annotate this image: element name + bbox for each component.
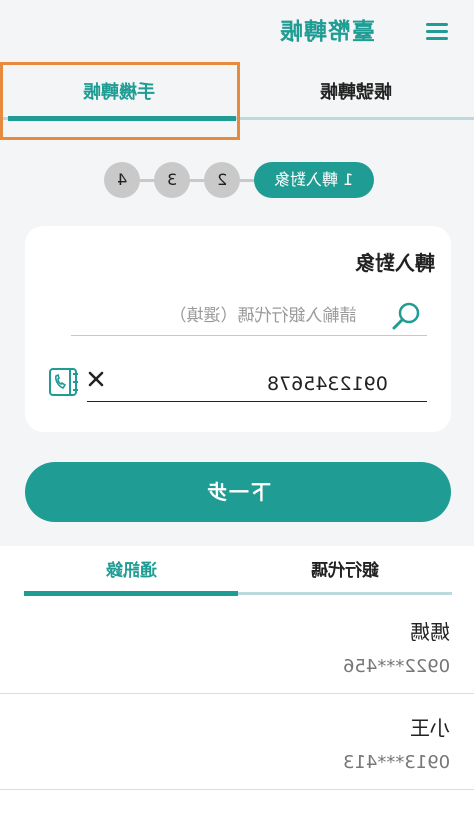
contacts-panel: 通訊錄 銀行代碼 媽媽 0922***456 小王 0913***413 bbox=[0, 546, 474, 829]
bank-code-input[interactable]: 請輸入銀行代碼（選填） bbox=[71, 296, 427, 336]
tab-phone-transfer[interactable]: 手機轉帳 bbox=[0, 62, 237, 124]
subtab-active-indicator bbox=[24, 591, 238, 596]
list-item[interactable]: 小王 0913***413 bbox=[0, 696, 474, 790]
contact-name: 小王 bbox=[410, 716, 450, 740]
list-item[interactable]: 媽媽 0922***456 bbox=[0, 600, 474, 694]
recipient-card: 轉入對象 請輸入銀行代碼（選填） 0912345678 bbox=[25, 226, 451, 432]
recipient-heading: 轉入對象 bbox=[355, 251, 435, 275]
phone-number-value: 0912345678 bbox=[267, 373, 388, 395]
step-1-current[interactable]: 1 轉入對象 bbox=[254, 162, 374, 198]
page-title: 臺幣轉帳 bbox=[279, 19, 375, 45]
tab-account-transfer[interactable]: 帳號轉帳 bbox=[237, 62, 474, 124]
step-indicator: 4 3 2 1 轉入對象 bbox=[100, 160, 380, 200]
tab-phone-transfer-label: 手機轉帳 bbox=[82, 82, 155, 103]
tab-account-transfer-label: 帳號轉帳 bbox=[319, 82, 392, 103]
tab-bank-code[interactable]: 銀行代碼 bbox=[238, 546, 452, 596]
step-3[interactable]: 3 bbox=[154, 162, 190, 198]
contact-name: 媽媽 bbox=[410, 620, 450, 644]
tab-address-book[interactable]: 通訊錄 bbox=[24, 546, 238, 596]
contact-number: 0922***456 bbox=[342, 656, 450, 677]
app-header: 臺幣轉帳 bbox=[0, 0, 474, 62]
divider bbox=[0, 788, 474, 790]
transfer-type-tabs: 手機轉帳 帳號轉帳 bbox=[0, 62, 474, 124]
bank-code-placeholder: 請輸入銀行代碼（選填） bbox=[169, 306, 357, 326]
search-icon[interactable] bbox=[391, 300, 423, 332]
step-4[interactable]: 4 bbox=[104, 162, 140, 198]
contacts-tabs: 通訊錄 銀行代碼 bbox=[0, 546, 474, 598]
contact-book-icon[interactable] bbox=[47, 366, 79, 398]
step-2[interactable]: 2 bbox=[204, 162, 240, 198]
next-step-button[interactable]: 下一步 bbox=[25, 462, 451, 522]
next-step-label: 下一步 bbox=[205, 480, 271, 504]
hamburger-menu-icon[interactable] bbox=[424, 20, 452, 44]
tab-active-indicator bbox=[8, 116, 236, 121]
divider bbox=[0, 692, 474, 694]
phone-number-input[interactable]: 0912345678 bbox=[87, 368, 427, 402]
contact-number: 0913***413 bbox=[342, 752, 450, 773]
